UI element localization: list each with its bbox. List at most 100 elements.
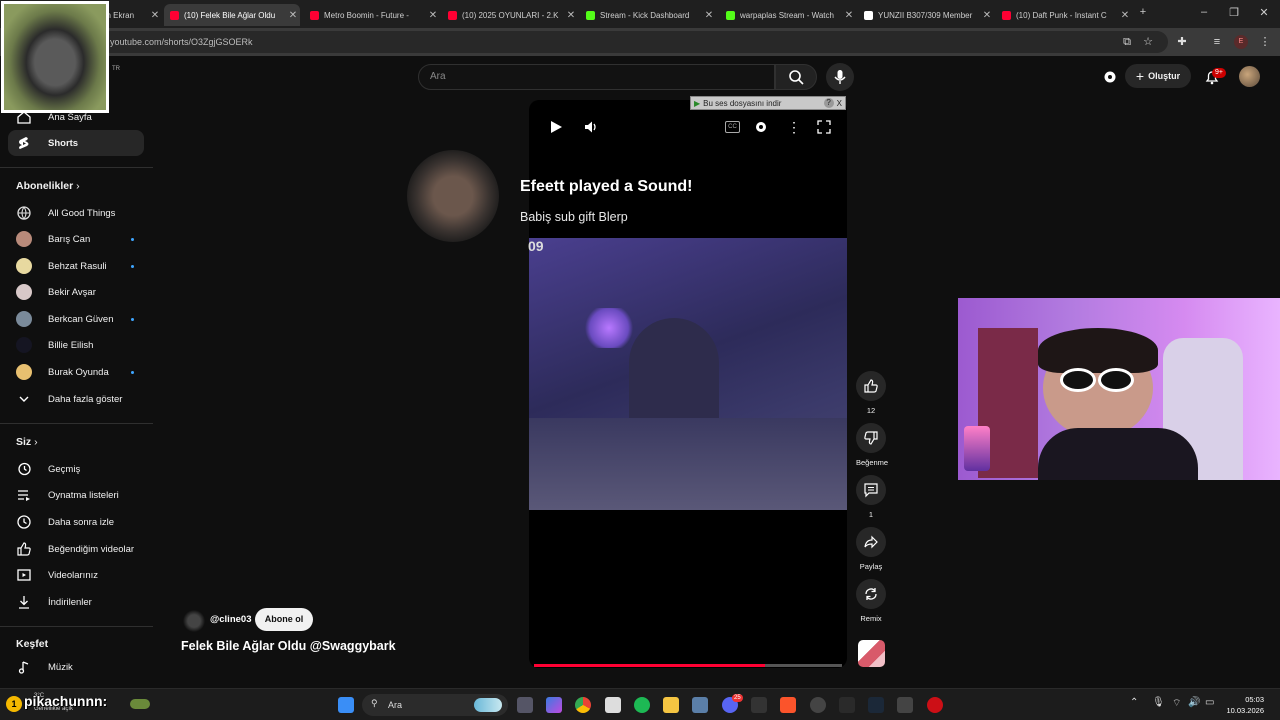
- tab-close-icon[interactable]: ✕: [842, 10, 856, 21]
- browser-tab[interactable]: (10) 2025 OYUNLARI - 2.K ✕: [442, 4, 578, 26]
- profile-icon[interactable]: E: [1234, 35, 1248, 49]
- tray-chevron-icon[interactable]: ⌃: [1130, 697, 1138, 708]
- tab-close-icon[interactable]: ✕: [702, 10, 716, 21]
- sidebar-item-history[interactable]: Geçmiş: [8, 456, 144, 482]
- sidebar-item-subscription[interactable]: Barış Can: [8, 226, 144, 252]
- sidebar-divider: [0, 167, 153, 168]
- network-app-icon[interactable]: [692, 697, 708, 713]
- fullscreen-icon[interactable]: [817, 120, 831, 134]
- like-button[interactable]: 12: [856, 371, 886, 415]
- banner-close-icon[interactable]: X: [837, 99, 842, 108]
- search-highlight-icon: [474, 698, 502, 712]
- channel-avatar[interactable]: [183, 610, 205, 632]
- tab-close-icon[interactable]: ✕: [426, 10, 440, 21]
- sound-thumbnail[interactable]: [858, 640, 885, 667]
- subscriptions-heading[interactable]: Abonelikler ›: [16, 180, 80, 192]
- bookmark-star-icon[interactable]: ☆: [1141, 35, 1155, 49]
- download-sound-banner[interactable]: ▶ Bu ses dosyasını indir ? X: [690, 96, 846, 110]
- tray-battery-icon[interactable]: ▭: [1205, 697, 1214, 708]
- progress-bar[interactable]: [534, 664, 842, 667]
- new-tab-button[interactable]: +: [1135, 6, 1151, 18]
- captions-icon[interactable]: CC: [725, 121, 740, 133]
- sidebar-item-subscription[interactable]: All Good Things: [8, 200, 144, 226]
- dislike-button[interactable]: Beğenme: [856, 423, 888, 467]
- voice-search-button[interactable]: [826, 63, 854, 91]
- copilot-icon[interactable]: [546, 697, 562, 713]
- more-options-icon[interactable]: ⋮: [787, 119, 801, 136]
- country-code: TR: [112, 66, 120, 72]
- subscribe-button[interactable]: Abone ol: [255, 608, 313, 631]
- brave-icon[interactable]: [780, 697, 796, 713]
- tray-wifi-icon[interactable]: ⌔: [1172, 697, 1181, 710]
- share-button[interactable]: Paylaş: [856, 527, 886, 571]
- tab-close-icon[interactable]: ✕: [980, 10, 994, 21]
- sidebar-item-watch-later[interactable]: Daha sonra izle: [8, 509, 144, 535]
- sidebar-item-your-videos[interactable]: Videolarınız: [8, 562, 144, 588]
- install-icon[interactable]: ⧉: [1120, 35, 1134, 49]
- media-controls-icon[interactable]: ≡: [1210, 35, 1224, 49]
- sidebar-item-music[interactable]: Müzik: [8, 654, 144, 680]
- you-heading[interactable]: Siz ›: [16, 436, 38, 448]
- sidebar-item-subscription[interactable]: Behzat Rasuli: [8, 253, 144, 279]
- channel-avatar: [16, 258, 32, 274]
- tab-close-icon[interactable]: ✕: [148, 10, 162, 21]
- sidebar-item-playlists[interactable]: Oynatma listeleri: [8, 482, 144, 508]
- tab-label: (10) Daft Punk - Instant C: [1016, 10, 1107, 20]
- sidebar-item-downloads[interactable]: İndirilenler: [8, 589, 144, 615]
- browser-tab[interactable]: Stream - Kick Dashboard ✕: [580, 4, 716, 26]
- minimize-icon[interactable]: –: [1196, 6, 1212, 18]
- sidebar-show-more[interactable]: Daha fazla göster: [8, 386, 144, 412]
- account-avatar[interactable]: [1239, 66, 1260, 87]
- comments-button[interactable]: 1: [856, 475, 886, 519]
- chrome-icon[interactable]: [575, 697, 591, 713]
- sidebar-item-liked-videos[interactable]: Beğendiğim videolar: [8, 536, 144, 562]
- remix-button[interactable]: Remix: [856, 579, 886, 623]
- epic-games-icon[interactable]: [751, 697, 767, 713]
- browser-tab-active[interactable]: (10) Felek Bile Ağlar Oldu ✕: [164, 4, 300, 26]
- search-button[interactable]: [775, 64, 817, 90]
- tray-mic-icon[interactable]: 🎙: [1152, 697, 1165, 708]
- windows-start-icon[interactable]: [338, 697, 354, 713]
- tray-volume-icon[interactable]: 🔊: [1188, 697, 1200, 708]
- search-input[interactable]: Ara: [418, 64, 775, 90]
- browser-tab[interactable]: (10) Daft Punk - Instant C ✕: [996, 4, 1132, 26]
- close-window-icon[interactable]: ✕: [1256, 6, 1272, 19]
- sidebar-item-label: Burak Oyunda: [48, 366, 109, 378]
- extensions-icon[interactable]: ✚: [1175, 35, 1189, 49]
- task-view-icon[interactable]: [517, 697, 533, 713]
- browser-tab[interactable]: YUNZII B307/309 Member ✕: [858, 4, 994, 26]
- taskbar-search[interactable]: ⚲ Ara: [362, 694, 508, 716]
- sidebar-item-subscription[interactable]: Billie Eilish: [8, 332, 144, 358]
- spotify-icon[interactable]: [634, 697, 650, 713]
- play-icon[interactable]: [549, 120, 563, 134]
- obs-icon[interactable]: [810, 697, 826, 713]
- channel-name[interactable]: @cline03: [210, 614, 251, 625]
- browser-tab[interactable]: warpaplas Stream - Watch ✕: [720, 4, 856, 26]
- volume-icon[interactable]: [584, 120, 600, 134]
- create-button[interactable]: + Oluştur: [1125, 64, 1191, 88]
- tab-close-icon[interactable]: ✕: [564, 10, 578, 21]
- sidebar-item-shorts[interactable]: Shorts: [8, 130, 144, 156]
- steam-icon[interactable]: [868, 697, 884, 713]
- sidebar-item-subscription[interactable]: Burak Oyunda: [8, 359, 144, 385]
- help-icon[interactable]: ?: [823, 98, 834, 108]
- taskbar-clock[interactable]: 05:03 10.03.2026: [1224, 694, 1264, 716]
- tab-close-icon[interactable]: ✕: [1118, 10, 1132, 21]
- kick-app-icon[interactable]: [839, 697, 855, 713]
- notes-app-icon[interactable]: [605, 697, 621, 713]
- browser-tab[interactable]: Metro Boomin - Future - ✕: [304, 4, 440, 26]
- chat-overlay-username: pikachunnn:: [24, 693, 108, 709]
- restore-icon[interactable]: ❐: [1226, 6, 1242, 19]
- sidebar-item-subscription[interactable]: Berkcan Güven: [8, 306, 144, 332]
- sidebar-item-subscription[interactable]: Bekir Avşar: [8, 279, 144, 305]
- terminal-icon[interactable]: [897, 697, 913, 713]
- tab-close-icon[interactable]: ✕: [286, 10, 300, 21]
- opera-icon[interactable]: [927, 697, 943, 713]
- settings-gear-icon[interactable]: [1101, 68, 1119, 86]
- download-banner-label: Bu ses dosyasını indir: [703, 98, 782, 108]
- menu-kebab-icon[interactable]: ⋮: [1258, 35, 1272, 49]
- url-bar[interactable]: youtube.com/shorts/O3ZgjGSOERk: [100, 31, 1168, 53]
- channel-avatar: [16, 231, 32, 247]
- file-explorer-icon[interactable]: [663, 697, 679, 713]
- settings-icon[interactable]: [753, 119, 769, 135]
